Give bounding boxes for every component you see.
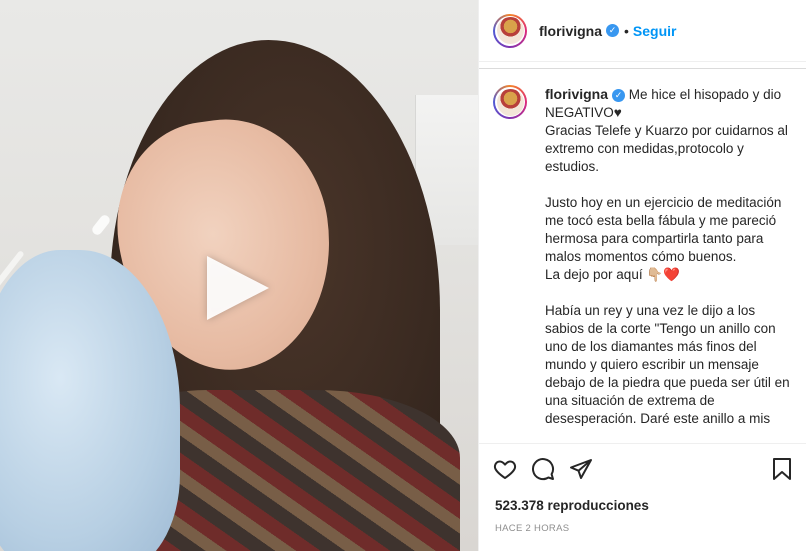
instagram-post: florivigna ✓ • Seguir florivigna ✓ Me hic…	[0, 0, 806, 551]
post-side-panel: florivigna ✓ • Seguir florivigna ✓ Me hic…	[478, 0, 806, 551]
bookmark-icon[interactable]	[771, 457, 793, 481]
comment-icon[interactable]	[531, 457, 555, 481]
caption-area[interactable]: florivigna ✓ Me hice el hisopado y dio NE…	[479, 68, 806, 440]
caption-avatar-image	[496, 88, 524, 116]
caption-avatar[interactable]	[493, 85, 527, 119]
share-icon[interactable]	[569, 457, 593, 481]
caption-verified-badge-icon: ✓	[612, 88, 626, 102]
caption-username[interactable]: florivigna	[545, 86, 608, 102]
post-actions: 523.378 reproducciones HACE 2 HORAS	[479, 443, 806, 551]
play-icon[interactable]	[207, 256, 269, 320]
header-username[interactable]: florivigna	[539, 23, 602, 39]
avatar[interactable]	[493, 13, 527, 48]
video-frame-swab-tip	[90, 213, 112, 237]
action-icon-row	[479, 444, 806, 482]
avatar-ring	[495, 15, 525, 46]
follow-button[interactable]: Seguir	[633, 23, 677, 39]
caption-avatar-ring	[495, 87, 525, 117]
post-timestamp[interactable]: HACE 2 HORAS	[479, 513, 806, 534]
verified-badge-icon: ✓	[606, 24, 620, 37]
caption-row: florivigna ✓ Me hice el hisopado y dio NE…	[479, 69, 806, 428]
header-separator: •	[624, 22, 629, 39]
caption-body: Me hice el hisopado y dio NEGATIVO♥ Grac…	[545, 87, 790, 426]
caption-text: florivigna ✓ Me hice el hisopado y dio NE…	[545, 85, 795, 428]
post-video[interactable]	[0, 0, 478, 551]
post-header: florivigna ✓ • Seguir	[479, 0, 806, 62]
avatar-image	[496, 17, 524, 44]
heart-icon[interactable]	[493, 457, 517, 481]
view-count[interactable]: 523.378 reproducciones	[479, 482, 806, 513]
